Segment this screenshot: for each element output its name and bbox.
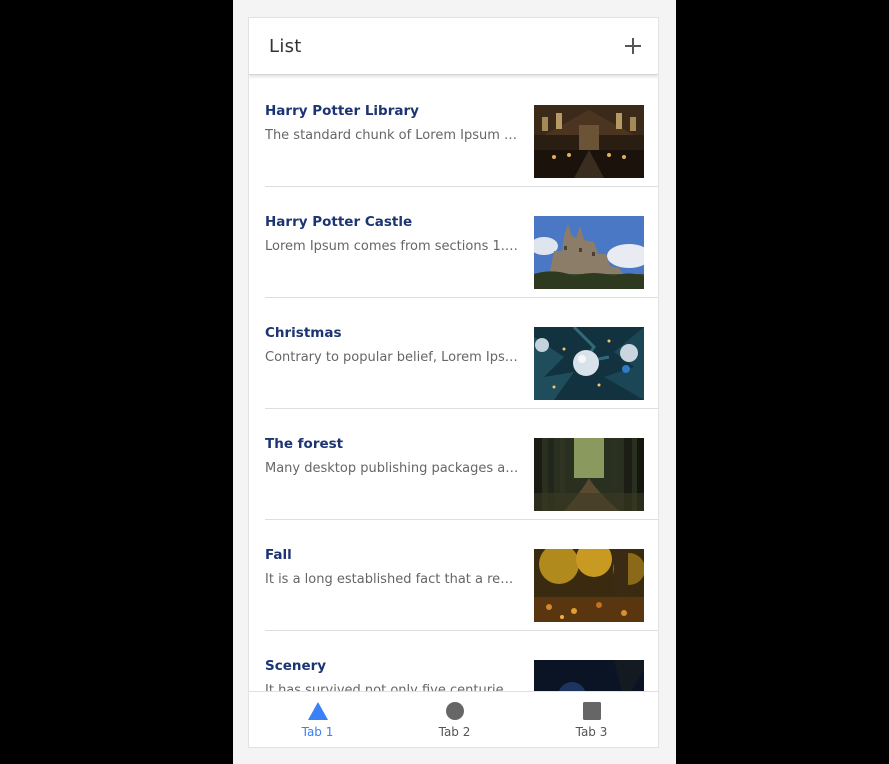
castle-thumbnail: [534, 216, 644, 289]
triangle-icon: [308, 702, 328, 720]
list-item[interactable]: Christmas Contrary to popular belief, Lo…: [265, 298, 658, 409]
christmas-thumbnail: [534, 327, 644, 400]
app-window: List Harry Potter Library The standard c…: [248, 17, 659, 748]
circle-icon: [446, 702, 464, 720]
item-title: Scenery: [265, 658, 327, 674]
header: List: [249, 18, 658, 75]
tab-2[interactable]: Tab 2: [386, 692, 523, 747]
add-button[interactable]: [625, 38, 641, 54]
item-title: Fall: [265, 547, 292, 563]
scenery-thumbnail: [534, 660, 644, 692]
square-icon: [583, 702, 601, 720]
item-title: Harry Potter Library: [265, 103, 419, 119]
list-item[interactable]: The forest Many desktop publishing packa…: [265, 409, 658, 520]
fall-thumbnail: [534, 549, 644, 622]
tab-1[interactable]: Tab 1: [249, 692, 386, 747]
forest-thumbnail: [534, 438, 644, 511]
tab-label: Tab 2: [438, 725, 471, 739]
list-item[interactable]: Harry Potter Castle Lorem Ipsum comes fr…: [265, 187, 658, 298]
tab-bar: Tab 1 Tab 2 Tab 3: [249, 691, 658, 747]
item-description: It is a long established fact that a rea…: [265, 572, 521, 587]
list-item[interactable]: Harry Potter Library The standard chunk …: [265, 76, 658, 187]
list-item[interactable]: Scenery It has survived not only five ce…: [265, 631, 658, 692]
item-description: Contrary to popular belief, Lorem Ipsum …: [265, 350, 521, 365]
tab-3[interactable]: Tab 3: [523, 692, 658, 747]
tab-label: Tab 3: [575, 725, 608, 739]
item-description: Lorem Ipsum comes from sections 1.10.32 …: [265, 239, 521, 254]
list-item[interactable]: Fall It is a long established fact that …: [265, 520, 658, 631]
item-title: The forest: [265, 436, 344, 452]
page-title: List: [269, 36, 302, 57]
item-description: Many desktop publishing packages and web…: [265, 461, 521, 476]
tab-label: Tab 1: [301, 725, 334, 739]
item-title: Harry Potter Castle: [265, 214, 413, 230]
item-list[interactable]: Harry Potter Library The standard chunk …: [249, 76, 658, 692]
item-description: The standard chunk of Lorem Ipsum used s…: [265, 128, 521, 143]
item-title: Christmas: [265, 325, 342, 341]
library-thumbnail: [534, 105, 644, 178]
